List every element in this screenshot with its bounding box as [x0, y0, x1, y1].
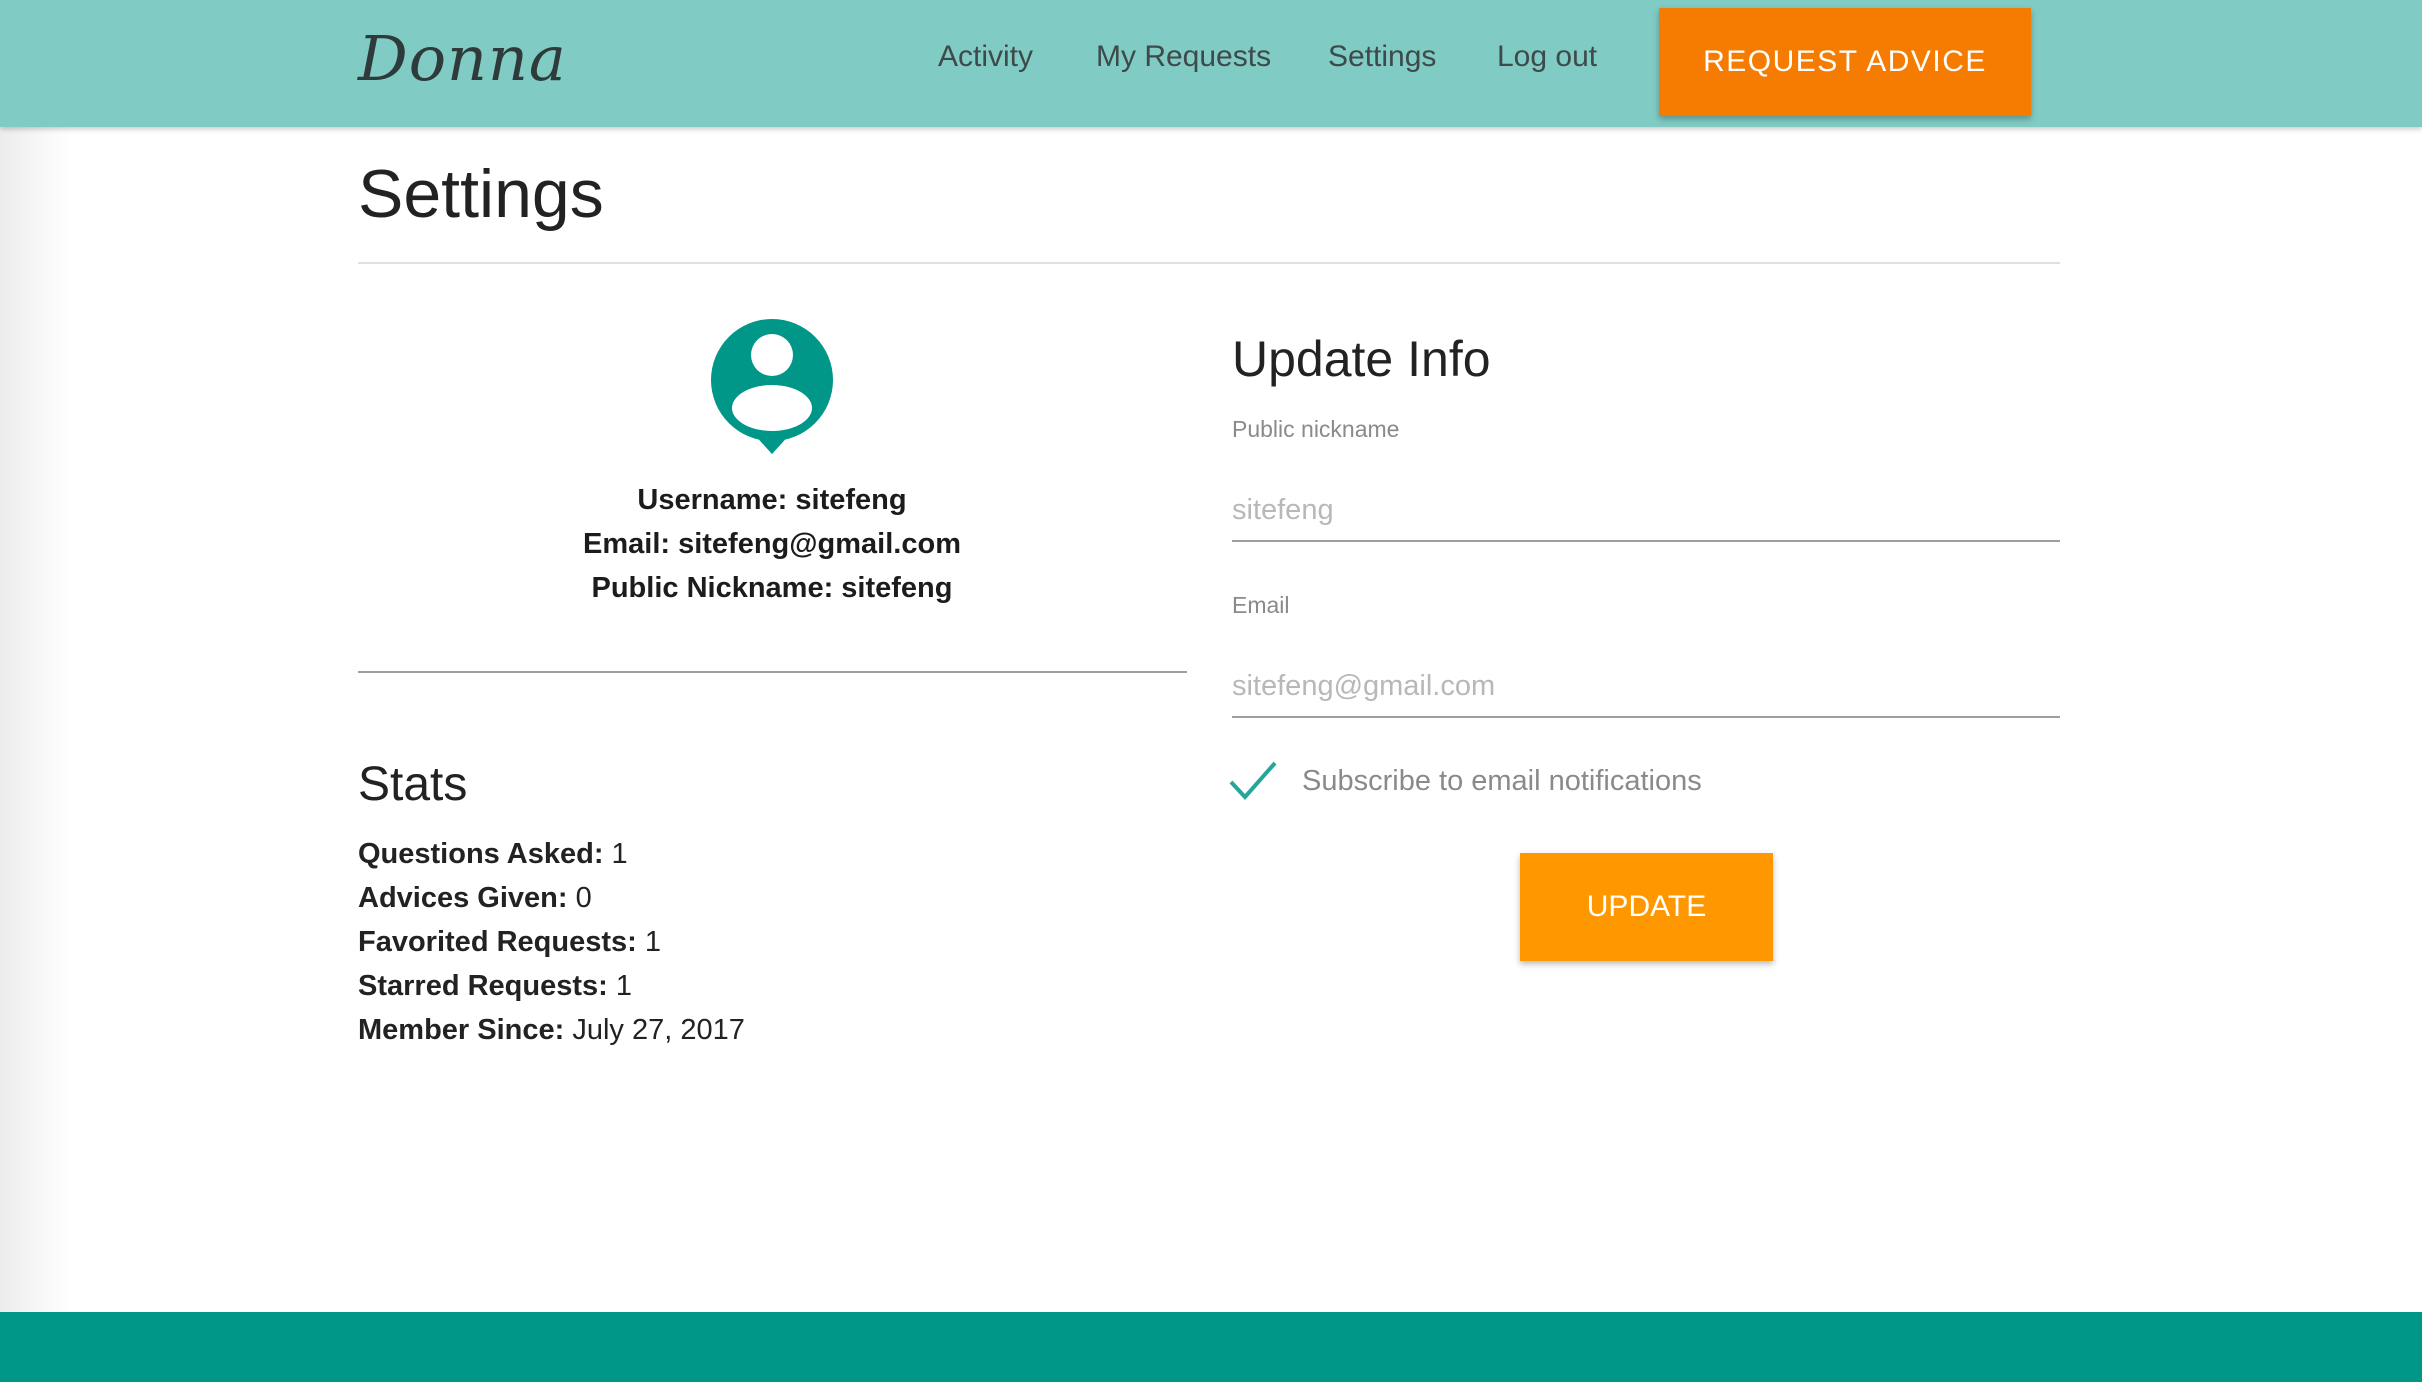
- stat-favorited-requests: Favorited Requests: 1: [358, 926, 661, 959]
- stat-label: Member Since:: [358, 1014, 565, 1046]
- stat-value: 1: [644, 926, 661, 958]
- update-button[interactable]: UPDATE: [1520, 853, 1773, 961]
- nav-link-settings[interactable]: Settings: [1328, 40, 1436, 74]
- subscribe-checkbox-checkmark-icon[interactable]: [1228, 760, 1278, 802]
- nav-link-my-requests[interactable]: My Requests: [1096, 40, 1271, 74]
- profile-email: Email: sitefeng@gmail.com: [583, 528, 961, 560]
- stat-label: Favorited Requests:: [358, 926, 637, 958]
- nav-link-log-out[interactable]: Log out: [1497, 40, 1597, 74]
- page-title: Settings: [358, 156, 604, 232]
- brand-logo[interactable]: Donna: [358, 22, 567, 95]
- profile-nickname: Public Nickname: sitefeng: [591, 572, 953, 604]
- nav-link-activity[interactable]: Activity: [938, 40, 1033, 74]
- stat-advices-given: Advices Given: 0: [358, 882, 592, 915]
- nickname-field-label: Public nickname: [1232, 416, 1400, 442]
- nickname-input[interactable]: [1232, 480, 2060, 542]
- top-nav-bar: Donna Activity My Requests Settings Log …: [0, 0, 2422, 127]
- stat-label: Questions Asked:: [358, 838, 604, 870]
- email-field-label: Email: [1232, 592, 1290, 618]
- page-side-shade: [0, 127, 70, 1312]
- stat-label: Advices Given:: [358, 882, 568, 914]
- profile-divider: [358, 671, 1187, 673]
- stat-member-since: Member Since: July 27, 2017: [358, 1014, 745, 1047]
- page-footer: [0, 1312, 2422, 1382]
- stat-starred-requests: Starred Requests: 1: [358, 970, 632, 1003]
- subscribe-checkbox-label[interactable]: Subscribe to email notifications: [1302, 765, 1702, 798]
- stat-value: 1: [615, 970, 633, 1002]
- stat-questions-asked: Questions Asked: 1: [358, 838, 628, 871]
- stat-value: 1: [611, 838, 628, 870]
- stat-label: Starred Requests:: [358, 970, 608, 1002]
- stats-heading: Stats: [358, 758, 468, 811]
- email-input[interactable]: [1232, 656, 2060, 718]
- account-pin-icon: [711, 319, 833, 454]
- update-info-heading: Update Info: [1232, 331, 1491, 387]
- profile-username: Username: sitefeng: [637, 484, 907, 516]
- title-divider: [358, 262, 2060, 264]
- stat-value: July 27, 2017: [572, 1014, 745, 1046]
- request-advice-button[interactable]: REQUEST ADVICE: [1659, 8, 2031, 116]
- stat-value: 0: [575, 882, 592, 914]
